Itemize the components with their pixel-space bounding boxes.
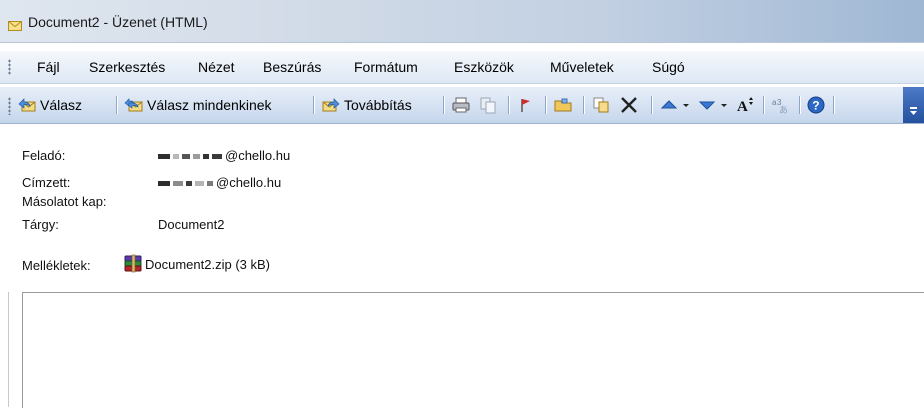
toolbar-separator <box>651 96 653 114</box>
menu-bar: Fájl Szerkesztés Nézet Beszúrás Formátum… <box>0 51 924 84</box>
previous-dropdown[interactable] <box>681 87 694 123</box>
redaction-block <box>207 181 213 187</box>
chevron-down-icon <box>910 107 917 115</box>
toolbar-separator <box>763 96 765 114</box>
arrow-down-icon <box>697 95 717 115</box>
attachment-name: Document2.zip (3 kB) <box>145 256 270 272</box>
toolbar-separator <box>833 96 835 114</box>
printer-icon <box>451 95 471 115</box>
attachments-label: Mellékletek: <box>22 258 91 273</box>
reply-label: Válasz <box>40 97 83 113</box>
toolbar-separator <box>443 96 445 114</box>
toolbar-separator <box>545 96 547 114</box>
reply-all-button[interactable]: Válasz mindenkinek <box>124 87 272 123</box>
to-value[interactable]: @chello.hu <box>158 175 281 190</box>
chevron-down-icon <box>719 95 729 115</box>
envelope-icon <box>8 19 22 31</box>
window-left-edge <box>8 292 9 407</box>
svg-text:?: ? <box>812 99 819 113</box>
redaction-block <box>158 181 170 187</box>
reply-button[interactable]: Válasz <box>17 87 82 123</box>
toolbar-separator <box>116 96 118 114</box>
menu-format[interactable]: Formátum <box>354 59 418 75</box>
menu-insert[interactable]: Beszúrás <box>263 59 321 75</box>
chevron-down-icon <box>681 95 691 115</box>
message-body[interactable] <box>22 292 924 408</box>
toolbar-overflow-button[interactable] <box>903 87 924 123</box>
font-size-icon: A <box>736 95 756 115</box>
from-value[interactable]: @chello.hu <box>158 148 290 163</box>
to-label: Címzett: <box>22 175 71 190</box>
next-item-button[interactable] <box>697 87 720 123</box>
standard-toolbar: Válasz Válasz mindenkinek Továbbítás A a… <box>0 87 924 124</box>
address-book-icon <box>591 95 611 115</box>
copy-icon <box>478 95 498 115</box>
previous-item-button[interactable] <box>659 87 682 123</box>
delete-button[interactable] <box>619 87 642 123</box>
address-book-button[interactable] <box>591 87 614 123</box>
toolbar-grip[interactable] <box>8 97 11 115</box>
menu-help[interactable]: Súgó <box>652 59 685 75</box>
copy-button[interactable] <box>478 87 501 123</box>
reply-all-icon <box>124 95 144 115</box>
title-bar: Document2 - Üzenet (HTML) <box>0 0 924 43</box>
redaction-block <box>186 181 192 187</box>
redaction-block <box>182 154 190 160</box>
follow-up-button[interactable] <box>515 87 538 123</box>
from-label: Feladó: <box>22 148 66 163</box>
from-address: @chello.hu <box>225 148 291 163</box>
redaction-block <box>203 154 209 160</box>
redaction-block <box>173 154 179 160</box>
menu-tools[interactable]: Eszközök <box>454 59 514 75</box>
toolbar-separator <box>313 96 315 114</box>
subject-label: Tárgy: <box>22 217 59 232</box>
subject-value: Document2 <box>158 217 225 232</box>
forward-icon <box>321 95 341 115</box>
next-dropdown[interactable] <box>719 87 732 123</box>
forward-label: Továbbítás <box>344 97 412 113</box>
redaction-block <box>212 154 222 160</box>
window-title: Document2 - Üzenet (HTML) <box>28 14 208 30</box>
move-to-folder-button[interactable] <box>553 87 576 123</box>
encoding-icon: a 3 あ <box>771 95 791 115</box>
reply-all-label: Válasz mindenkinek <box>147 97 272 113</box>
svg-text:あ: あ <box>779 105 788 115</box>
menubar-grip[interactable] <box>8 59 11 75</box>
redaction-block <box>158 154 170 160</box>
encoding-button[interactable]: a 3 あ <box>771 87 794 123</box>
menu-actions[interactable]: Műveletek <box>550 59 614 75</box>
toolbar-separator <box>508 96 510 114</box>
arrow-up-icon <box>659 95 679 115</box>
font-size-button[interactable]: A <box>736 87 759 123</box>
help-button[interactable]: ? <box>806 87 829 123</box>
help-icon: ? <box>806 95 826 115</box>
menu-view[interactable]: Nézet <box>198 59 235 75</box>
forward-button[interactable]: Továbbítás <box>321 87 412 123</box>
svg-text:A: A <box>737 99 748 115</box>
zip-archive-icon <box>123 254 145 274</box>
menu-edit[interactable]: Szerkesztés <box>89 59 165 75</box>
flag-icon <box>515 95 535 115</box>
message-header: Feladó: @chello.hu Címzett: @chello.hu M… <box>0 124 924 290</box>
toolbar-separator <box>583 96 585 114</box>
cc-label: Másolatot kap: <box>22 194 107 209</box>
attachment-item[interactable]: Document2.zip (3 kB) <box>123 254 270 274</box>
print-button[interactable] <box>451 87 474 123</box>
redaction-block <box>173 181 183 187</box>
redaction-block <box>193 154 200 160</box>
toolbar-separator <box>799 96 801 114</box>
reply-icon <box>17 95 37 115</box>
folder-icon <box>553 95 573 115</box>
delete-icon <box>619 95 639 115</box>
menu-file[interactable]: Fájl <box>37 59 60 75</box>
redaction-block <box>195 181 204 187</box>
to-address: @chello.hu <box>216 175 282 190</box>
